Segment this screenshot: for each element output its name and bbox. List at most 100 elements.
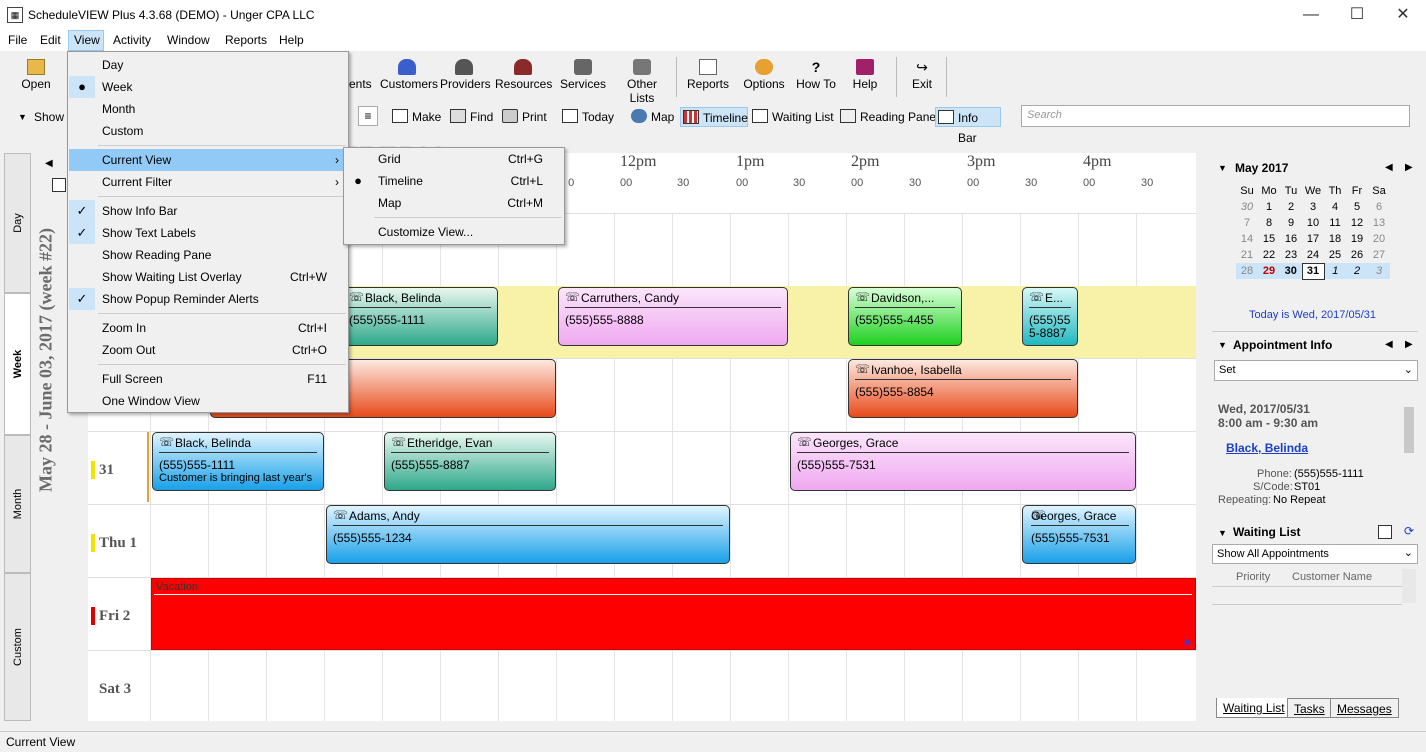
appt-prev-icon[interactable]: ◀ xyxy=(1385,339,1393,350)
menu-item-show-reading-pane[interactable]: Show Reading Pane xyxy=(69,244,347,266)
appointment-georges-grace-thu[interactable]: Georges, Grace(555)555-7531 xyxy=(1022,505,1136,564)
menu-item-full-screen[interactable]: Full Screen F11 xyxy=(69,368,347,390)
waiting-scrollbar[interactable] xyxy=(1402,569,1416,603)
column-customer-name[interactable]: Customer Name xyxy=(1292,571,1372,583)
close-button[interactable]: ✕ xyxy=(1380,0,1426,30)
waiting-filter-dropdown[interactable]: Show All Appointments ⌄ xyxy=(1212,544,1418,564)
day-label-wed: 31 xyxy=(91,461,114,479)
appointment-etheridge-evan[interactable]: Etheridge, Evan(555)555-8887 xyxy=(384,432,556,491)
menu-item-current-filter[interactable]: Current Filter › xyxy=(69,171,347,193)
menu-item-zoom-in[interactable]: Zoom In Ctrl+I xyxy=(69,317,347,339)
options-button[interactable]: Options xyxy=(742,55,786,99)
appointment-adams-andy[interactable]: Adams, Andy(555)555-1234 xyxy=(326,505,730,564)
services-button[interactable]: Services xyxy=(560,55,606,99)
submenu-item-customize[interactable]: Customize View... xyxy=(345,221,563,243)
make-button[interactable]: Make xyxy=(390,107,441,127)
toolbar-separator xyxy=(946,57,947,97)
submenu-item-timeline[interactable]: ● Timeline Ctrl+L xyxy=(345,170,563,192)
minimize-button[interactable]: — xyxy=(1288,0,1334,30)
question-icon: ? xyxy=(811,59,821,75)
appointment-ivanhoe-isabella[interactable]: Ivanhoe, Isabella(555)555-8854 xyxy=(848,359,1078,418)
find-button[interactable]: Find xyxy=(448,107,493,127)
reading-pane-button[interactable]: Reading Pane xyxy=(838,107,936,127)
week-picker-icon[interactable] xyxy=(52,178,66,192)
appointment-carruthers-candy[interactable]: Carruthers, Candy(555)555-8888 xyxy=(558,287,788,346)
search-input[interactable]: Search xyxy=(1021,105,1410,127)
providers-button[interactable]: Providers xyxy=(440,55,491,99)
waiting-list-icon[interactable] xyxy=(1378,525,1392,539)
tab-waiting-list[interactable]: Waiting List xyxy=(1216,698,1292,718)
menu-item-week[interactable]: ● Week xyxy=(69,76,347,98)
tab-custom[interactable]: Custom xyxy=(4,573,31,721)
menu-reports[interactable]: Reports xyxy=(225,33,267,47)
menu-file[interactable]: File xyxy=(8,33,27,47)
collapse-icon[interactable]: ▼ xyxy=(1218,528,1227,538)
customers-button[interactable]: Customers xyxy=(380,55,438,99)
menu-item-custom[interactable]: Custom xyxy=(69,120,347,142)
menu-item-show-popup-alerts[interactable]: ✓ Show Popup Reminder Alerts xyxy=(69,288,347,310)
toolbar-separator xyxy=(896,57,897,97)
appointment-set-dropdown[interactable]: Set ⌄ xyxy=(1214,360,1418,381)
day-marker xyxy=(91,607,95,625)
menu-item-show-info-bar[interactable]: ✓ Show Info Bar xyxy=(69,200,347,222)
other-lists-button[interactable]: Other Lists xyxy=(614,55,670,105)
window-title: ScheduleVIEW Plus 4.3.68 (DEMO) - Unger … xyxy=(28,8,315,22)
today-label[interactable]: Today is Wed, 2017/05/31 xyxy=(1249,309,1376,321)
collapse-icon[interactable]: ▼ xyxy=(1218,340,1227,350)
menu-item-show-text-labels[interactable]: ✓ Show Text Labels xyxy=(69,222,347,244)
submenu-item-grid[interactable]: Grid Ctrl+G xyxy=(345,148,563,170)
minute-label: 30 xyxy=(677,177,690,189)
resources-button[interactable]: Resources xyxy=(495,55,552,99)
reports-button[interactable]: Reports xyxy=(686,55,730,99)
menu-window[interactable]: Window xyxy=(167,33,210,47)
scroll-thumb[interactable] xyxy=(1404,407,1414,453)
nav-prev-icon[interactable]: ◀ xyxy=(45,158,53,169)
appointment-davidson[interactable]: Davidson,...(555)555-4455 xyxy=(848,287,962,346)
menu-help[interactable]: Help xyxy=(279,33,304,47)
menu-item-show-waiting-overlay[interactable]: Show Waiting List Overlay Ctrl+W xyxy=(69,266,347,288)
submenu-item-map[interactable]: Map Ctrl+M xyxy=(345,192,563,214)
map-button[interactable]: Map xyxy=(629,107,674,127)
today-button[interactable]: Today xyxy=(560,107,614,127)
menu-activity[interactable]: Activity xyxy=(113,33,151,47)
vacation-block[interactable]: Vacation » xyxy=(151,578,1196,650)
open-button[interactable]: Open xyxy=(20,55,52,99)
menu-view[interactable]: View xyxy=(74,33,100,47)
menu-item-day[interactable]: Day xyxy=(69,54,347,76)
printer-icon xyxy=(502,109,518,123)
print-button[interactable]: Print xyxy=(500,107,547,127)
appt-repeat-label: Repeating: xyxy=(1218,494,1272,505)
tab-tasks[interactable]: Tasks xyxy=(1287,698,1332,718)
menu-item-zoom-out[interactable]: Zoom Out Ctrl+O xyxy=(69,339,347,361)
menu-item-month[interactable]: Month xyxy=(69,98,347,120)
appointment-georges-grace[interactable]: Georges, Grace(555)555-7531 xyxy=(790,432,1136,491)
help-button[interactable]: Help xyxy=(850,55,880,99)
menu-item-one-window[interactable]: One Window View xyxy=(69,390,347,412)
how-to-button[interactable]: ? How To xyxy=(794,55,838,99)
appt-next-icon[interactable]: ▶ xyxy=(1405,339,1413,350)
show-filter-dropdown[interactable]: ▼ Show F xyxy=(16,107,75,127)
timeline-button[interactable]: Timeline xyxy=(680,107,748,127)
appointment-black-belinda-wed[interactable]: Black, Belinda(555)555-1111Customer is b… xyxy=(152,432,324,491)
exit-button[interactable]: ↪ Exit xyxy=(908,55,936,99)
hour-label: 1pm xyxy=(736,153,765,170)
list-menu-icon[interactable]: ≡ xyxy=(358,106,378,126)
menu-edit[interactable]: Edit xyxy=(40,33,61,47)
column-priority[interactable]: Priority xyxy=(1236,571,1270,583)
refresh-icon[interactable]: ⟳ xyxy=(1404,524,1414,538)
details-scrollbar[interactable] xyxy=(1402,393,1416,505)
find-icon xyxy=(450,109,466,123)
maximize-button[interactable]: ☐ xyxy=(1334,0,1380,30)
tab-messages[interactable]: Messages xyxy=(1330,698,1399,718)
collapse-icon[interactable]: ▼ xyxy=(1218,163,1227,173)
appointment-black-belinda[interactable]: Black, Belinda(555)555-1111 xyxy=(342,287,498,346)
calendar-prev-icon[interactable]: ◀ xyxy=(1385,162,1393,173)
info-bar-button[interactable]: Info Bar xyxy=(935,107,1001,145)
appointment-e[interactable]: E...(555)555-8887 xyxy=(1022,287,1078,346)
appt-customer-link[interactable]: Black, Belinda xyxy=(1226,441,1308,455)
more-icon[interactable]: » xyxy=(1183,633,1191,649)
appt-time: 8:00 am - 9:30 am xyxy=(1218,416,1319,430)
waiting-list-button[interactable]: Waiting List xyxy=(750,107,834,127)
menu-item-current-view[interactable]: Current View › xyxy=(69,149,347,171)
calendar-next-icon[interactable]: ▶ xyxy=(1405,162,1413,173)
